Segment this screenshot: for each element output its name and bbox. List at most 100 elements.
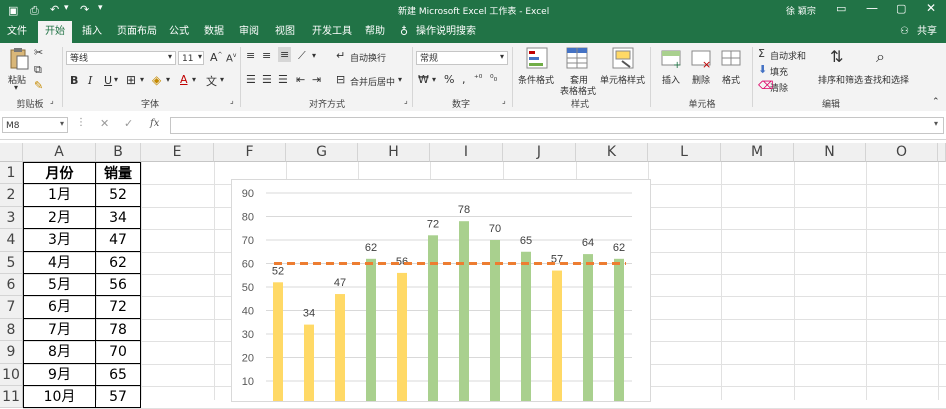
row-header[interactable]: 2 — [0, 184, 23, 207]
row-header[interactable]: 9 — [0, 341, 23, 364]
table-cell[interactable]: 5月 — [23, 274, 96, 297]
autosum-icon[interactable]: Σ — [758, 47, 765, 60]
column-header[interactable]: B — [96, 143, 141, 162]
tab-formulas[interactable]: 公式 — [164, 21, 194, 43]
table-cell[interactable]: 78 — [96, 318, 141, 342]
decrease-decimal-icon[interactable]: ⁰₀ — [490, 74, 497, 84]
percent-icon[interactable]: % — [444, 73, 454, 86]
column-header[interactable]: M — [721, 143, 794, 162]
insert-function-icon[interactable]: fx — [150, 118, 159, 129]
clear-button[interactable]: 清除 — [770, 81, 788, 94]
number-launcher-icon[interactable]: ⌟ — [502, 96, 506, 105]
align-bottom-icon[interactable]: ≡ — [278, 47, 292, 62]
column-header[interactable]: E — [141, 143, 214, 162]
redo-icon[interactable]: ↷ — [80, 3, 89, 16]
merge-center-icon[interactable]: ⊟ — [336, 73, 345, 86]
find-select-icon[interactable]: ⌕ — [876, 47, 885, 67]
maximize-icon[interactable]: ▢ — [896, 2, 906, 15]
sort-filter-icon[interactable]: ⇅ — [830, 47, 843, 66]
align-top-icon[interactable]: ≡ — [246, 49, 255, 62]
table-cell[interactable]: 10月 — [23, 386, 96, 409]
fill-icon[interactable]: ⬇ — [758, 63, 767, 76]
font-color-icon[interactable]: A — [180, 73, 188, 86]
delete-cells-icon[interactable]: × — [690, 47, 712, 71]
underline-dropdown-icon[interactable]: ▾ — [114, 75, 118, 84]
collapse-ribbon-icon[interactable]: ⌃ — [932, 97, 940, 107]
cell-styles-icon[interactable] — [612, 47, 634, 69]
align-right-icon[interactable]: ☰ — [278, 73, 288, 86]
wrap-text-button[interactable]: 自动换行 — [350, 51, 386, 64]
column-header[interactable]: A — [23, 143, 96, 162]
borders-icon[interactable]: ⊞ — [126, 73, 136, 87]
alignment-launcher-icon[interactable]: ⌟ — [404, 96, 408, 105]
table-cell[interactable]: 2月 — [23, 206, 96, 230]
column-header[interactable]: I — [430, 143, 503, 162]
tell-me-search[interactable]: 操作说明搜索 — [414, 21, 478, 43]
row-header[interactable]: 11 — [0, 386, 23, 409]
copy-icon[interactable]: ⧉ — [34, 63, 42, 77]
sort-filter-button[interactable]: 排序和筛选 — [818, 73, 863, 86]
row-header[interactable]: 1 — [0, 162, 23, 185]
column-header[interactable]: H — [358, 143, 430, 162]
paste-icon[interactable] — [8, 47, 30, 71]
formula-input[interactable] — [170, 117, 944, 134]
tab-file[interactable]: 文件 — [0, 21, 34, 43]
tab-data[interactable]: 数据 — [198, 21, 230, 43]
orientation-icon[interactable]: ⟋ — [298, 49, 306, 63]
table-cell[interactable]: 8月 — [23, 341, 96, 364]
table-cell[interactable]: 56 — [96, 274, 141, 297]
tab-page-layout[interactable]: 页面布局 — [112, 21, 162, 43]
number-format-dropdown-icon[interactable]: ▾ — [500, 52, 504, 61]
format-painter-icon[interactable]: ✎ — [34, 79, 43, 92]
column-header[interactable]: L — [648, 143, 721, 162]
increase-indent-icon[interactable]: ⇥ — [312, 73, 321, 86]
row-header[interactable]: 5 — [0, 251, 23, 274]
format-cells-button[interactable]: 格式 — [722, 73, 740, 86]
fill-color-icon[interactable]: ◈ — [152, 73, 161, 87]
table-cell[interactable]: 6月 — [23, 296, 96, 319]
font-size-dropdown-icon[interactable]: ▾ — [198, 52, 202, 61]
align-middle-icon[interactable]: ≡ — [262, 49, 271, 62]
tab-view[interactable]: 视图 — [268, 21, 302, 43]
customize-qat-icon[interactable]: ▾ — [98, 3, 103, 13]
table-cell[interactable]: 1月 — [23, 184, 96, 207]
table-cell[interactable]: 70 — [96, 341, 141, 364]
conditional-format-icon[interactable] — [526, 47, 548, 69]
table-cell[interactable]: 72 — [96, 296, 141, 319]
accounting-format-icon[interactable]: ₩ — [418, 73, 429, 86]
table-cell[interactable]: 52 — [96, 184, 141, 207]
table-cell[interactable]: 4月 — [23, 251, 96, 274]
autosum-button[interactable]: 自动求和 — [770, 49, 806, 62]
table-cell[interactable]: 34 — [96, 206, 141, 230]
quick-access-icon[interactable]: ⎙ — [30, 4, 39, 18]
wrap-text-icon[interactable]: ↵ — [336, 49, 345, 62]
minimize-icon[interactable]: — — [866, 1, 878, 15]
format-as-table-label-2[interactable]: 表格格式 — [560, 84, 596, 97]
column-header[interactable]: K — [576, 143, 648, 162]
table-cell[interactable]: 65 — [96, 363, 141, 386]
save-icon[interactable]: ▣ — [8, 4, 18, 17]
share-button[interactable]: 共享 — [912, 21, 942, 43]
undo-icon[interactable]: ↶ — [50, 3, 59, 16]
cell-styles-button[interactable]: 单元格样式 — [600, 73, 645, 86]
column-header[interactable]: F — [214, 143, 286, 162]
column-header[interactable]: O — [866, 143, 938, 162]
cancel-entry-icon[interactable]: ✕ — [100, 117, 109, 130]
italic-icon[interactable]: I — [88, 74, 92, 87]
name-box-dropdown-icon[interactable]: ▾ — [60, 119, 64, 128]
borders-dropdown-icon[interactable]: ▾ — [140, 75, 144, 84]
select-all-corner[interactable] — [0, 143, 23, 162]
find-select-button[interactable]: 查找和选择 — [864, 73, 909, 86]
format-as-table-icon[interactable] — [566, 47, 588, 69]
expand-formula-icon[interactable]: ▾ — [934, 119, 938, 128]
row-header[interactable]: 10 — [0, 363, 23, 386]
accounting-dropdown-icon[interactable]: ▾ — [432, 75, 436, 84]
insert-cells-icon[interactable]: + — [660, 47, 682, 71]
row-header[interactable]: 3 — [0, 206, 23, 230]
row-header[interactable]: 8 — [0, 318, 23, 342]
number-format-select[interactable]: 常规 — [416, 51, 508, 65]
conditional-format-button[interactable]: 条件格式 — [518, 73, 554, 86]
name-box[interactable]: M8 — [2, 117, 68, 133]
paste-dropdown-icon[interactable]: ▾ — [14, 83, 18, 92]
table-cell[interactable]: 62 — [96, 251, 141, 274]
